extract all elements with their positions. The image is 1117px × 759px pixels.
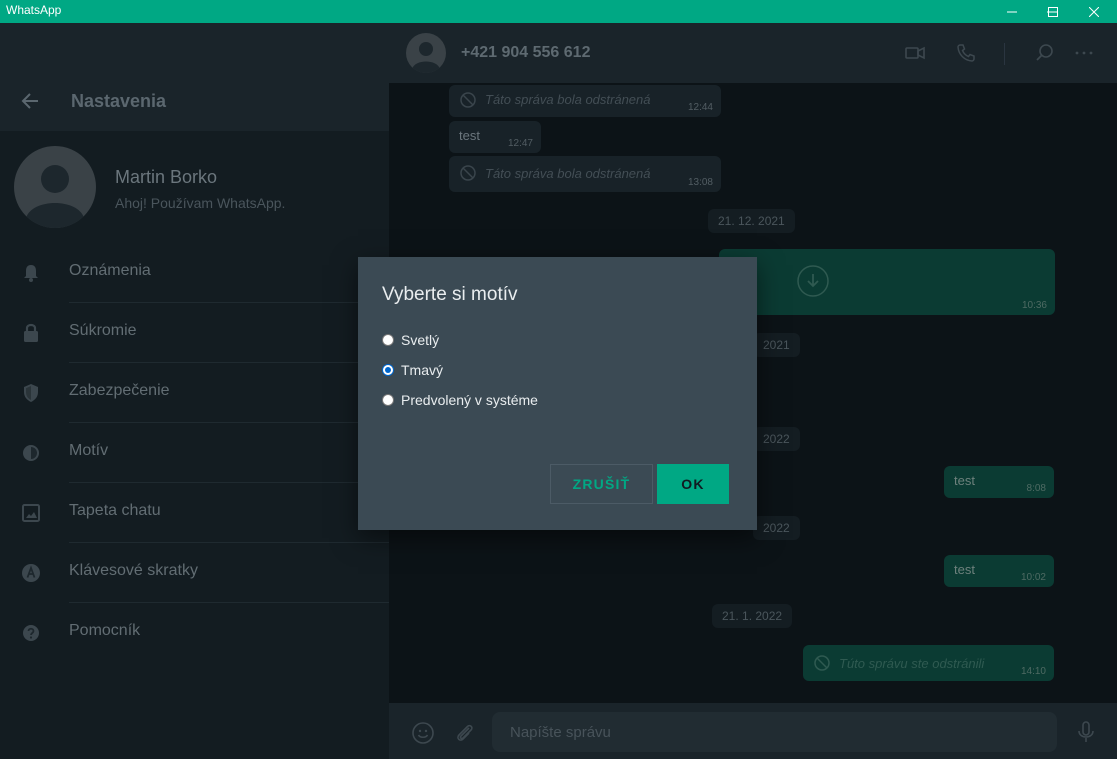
bell-icon [24,265,38,282]
settings-item-security[interactable]: Zabezpečenie [0,363,389,423]
ok-button[interactable]: OK [657,464,729,504]
message-composer: Napíšte správu [389,703,1117,759]
microphone-icon[interactable] [1074,720,1098,744]
message-text: Táto správa bola odstránená [485,166,651,181]
date-separator: 2021 [753,333,800,357]
date-separator: 21. 12. 2021 [708,209,795,233]
settings-panel: Nastavenia Martin Borko Ahoj! Používam W… [0,23,389,759]
settings-item-label: Klávesové skratky [69,562,198,579]
message-input-placeholder: Napíšte správu [510,724,611,741]
window-close-button[interactable] [1071,0,1117,23]
radio-label[interactable]: Tmavý [401,362,443,378]
message-time: 12:44 [687,102,713,113]
settings-item-notifications[interactable]: Oznámenia [0,243,389,303]
message-time: 12:47 [507,138,533,149]
message-time: 14:10 [1020,666,1046,677]
message-bubble[interactable]: test 8:08 [944,466,1054,498]
settings-item-theme[interactable]: Motív [0,423,389,483]
message-text: Táto správa bola odstránená [485,92,651,107]
message-text: Túto správu ste odstránili [839,656,985,671]
search-icon[interactable] [1034,42,1056,64]
deleted-message-icon [814,655,830,671]
theme-option-light[interactable]: Svetlý [382,330,439,350]
keyboard-shortcuts-icon [22,564,40,582]
wallpaper-icon [22,504,40,522]
profile-status: Ahoj! Používam WhatsApp. [115,195,286,211]
message-text: test [954,473,975,488]
settings-item-label: Súkromie [69,322,137,339]
maximize-icon [1048,6,1058,17]
window-title: WhatsApp [6,3,62,17]
settings-item-keyboard-shortcuts[interactable]: Klávesové skratky [0,543,389,603]
default-avatar-icon [26,165,84,228]
radio-label[interactable]: Svetlý [401,332,439,348]
date-separator: 2022 [753,427,800,451]
radio-label[interactable]: Predvolený v systéme [401,392,538,408]
cancel-button[interactable]: ZRUŠIŤ [550,464,653,504]
download-icon[interactable] [797,265,829,297]
message-bubble-audio[interactable]: 10:36 [719,249,1055,315]
attach-icon[interactable] [452,721,476,745]
settings-item-label: Oznámenia [69,262,151,279]
theme-dialog: Vyberte si motív Svetlý Tmavý Predvolený… [358,257,757,530]
message-time: 13:08 [687,177,713,188]
help-icon [23,625,39,641]
theme-option-system-default[interactable]: Predvolený v systéme [382,390,538,410]
window-minimize-button[interactable] [989,0,1035,23]
emoji-icon[interactable] [411,721,435,745]
contact-name[interactable]: +421 904 556 612 [461,44,590,62]
settings-item-chat-wallpaper[interactable]: Tapeta chatu [0,483,389,543]
settings-header: Nastavenia [0,23,389,131]
settings-item-label: Tapeta chatu [69,502,161,519]
window-titlebar: WhatsApp [0,0,1117,23]
settings-item-label: Pomocník [69,622,141,639]
message-time: 10:36 [1021,300,1047,311]
date-separator: 21. 1. 2022 [712,604,793,628]
settings-item-label: Motív [69,442,109,459]
settings-item-help[interactable]: Pomocník [0,603,389,663]
back-arrow-icon[interactable] [20,91,40,111]
date-separator: 2022 [753,516,800,540]
profile-name: Martin Borko [115,167,218,187]
window-maximize-button[interactable] [1030,0,1076,23]
default-avatar-icon [412,42,440,73]
chat-header: +421 904 556 612 [389,23,1117,83]
phone-call-icon[interactable] [955,42,977,64]
profile-avatar[interactable] [14,146,96,228]
message-text: test [459,128,480,143]
message-bubble[interactable]: test 12:47 [449,121,541,153]
deleted-message-icon [460,92,476,108]
deleted-message-icon [460,165,476,181]
shield-icon [24,384,38,402]
theme-icon [23,445,39,461]
message-bubble[interactable]: Táto správa bola odstránená 13:08 [449,156,721,192]
settings-title: Nastavenia [71,91,167,111]
radio-button-checked[interactable] [382,364,394,376]
theme-option-dark[interactable]: Tmavý [382,360,443,380]
message-bubble[interactable]: Túto správu ste odstránili 14:10 [803,645,1054,681]
settings-item-label: Zabezpečenie [69,382,170,399]
lock-icon [24,323,38,342]
header-separator [1004,43,1005,65]
message-text: test [954,562,975,577]
message-time: 10:02 [1020,572,1046,583]
message-input[interactable]: Napíšte správu [492,712,1057,752]
minimize-icon [1007,11,1017,12]
message-time: 8:08 [1026,483,1046,494]
more-options-icon[interactable] [1073,42,1095,64]
message-bubble[interactable]: Táto správa bola odstránená 12:44 [449,85,721,117]
close-icon [1089,6,1099,17]
contact-avatar[interactable] [406,33,446,73]
radio-button[interactable] [382,394,394,406]
video-call-icon[interactable] [904,42,926,64]
message-bubble[interactable]: test 10:02 [944,555,1054,587]
settings-item-privacy[interactable]: Súkromie [0,303,389,363]
dialog-title: Vyberte si motív [382,284,518,305]
radio-button[interactable] [382,334,394,346]
